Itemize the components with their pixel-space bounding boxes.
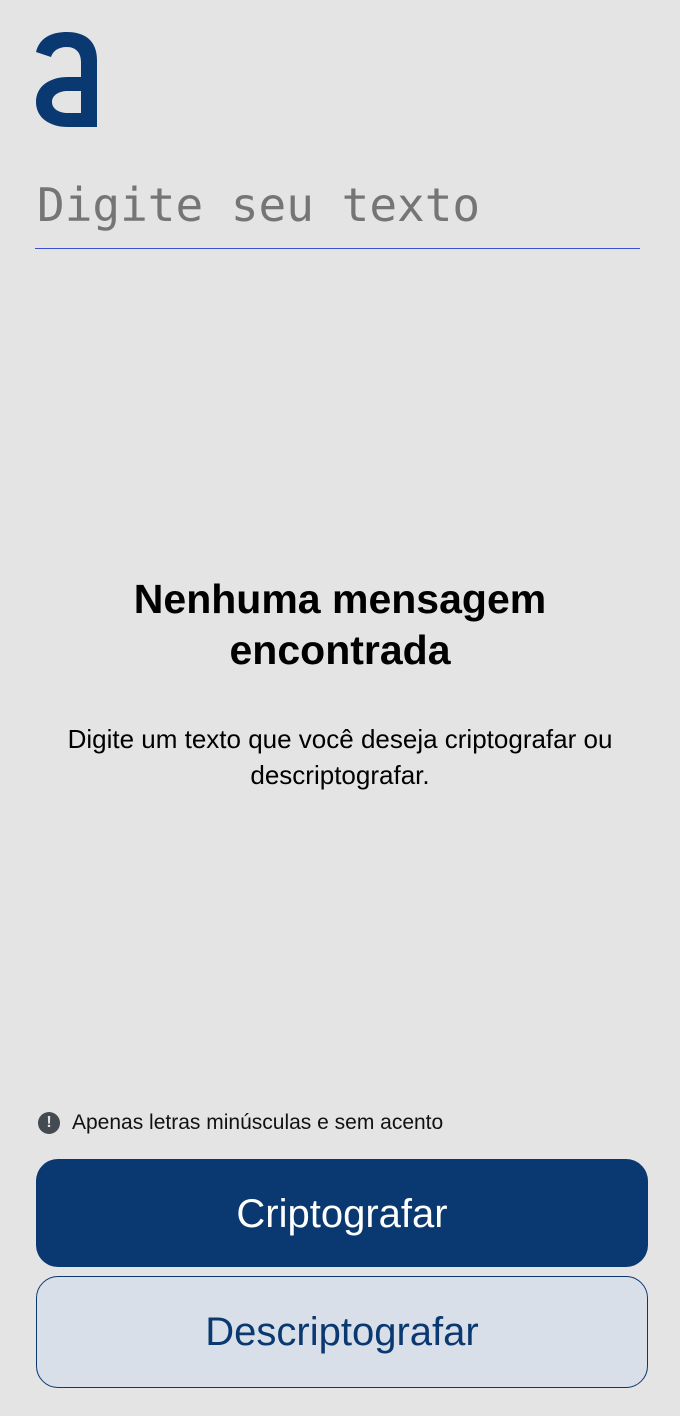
logo[interactable]	[34, 30, 100, 130]
text-input-container	[35, 170, 640, 249]
alura-a-logo-icon	[36, 32, 97, 127]
decrypt-button[interactable]: Descriptografar	[36, 1276, 648, 1388]
empty-state-title: Nenhuma mensagem encontrada	[133, 576, 547, 673]
app-page: Nenhuma mensagem encontrada Digite um te…	[0, 0, 680, 1416]
exclamation-circle-icon: !	[38, 1112, 60, 1134]
info-hint: ! Apenas letras minúsculas e sem acento	[38, 1108, 443, 1138]
encrypt-button[interactable]: Criptografar	[36, 1159, 648, 1267]
info-hint-text: Apenas letras minúsculas e sem acento	[72, 1111, 444, 1134]
message-input[interactable]	[35, 170, 640, 240]
empty-state-description: Digite um texto que você deseja criptogr…	[67, 724, 613, 790]
